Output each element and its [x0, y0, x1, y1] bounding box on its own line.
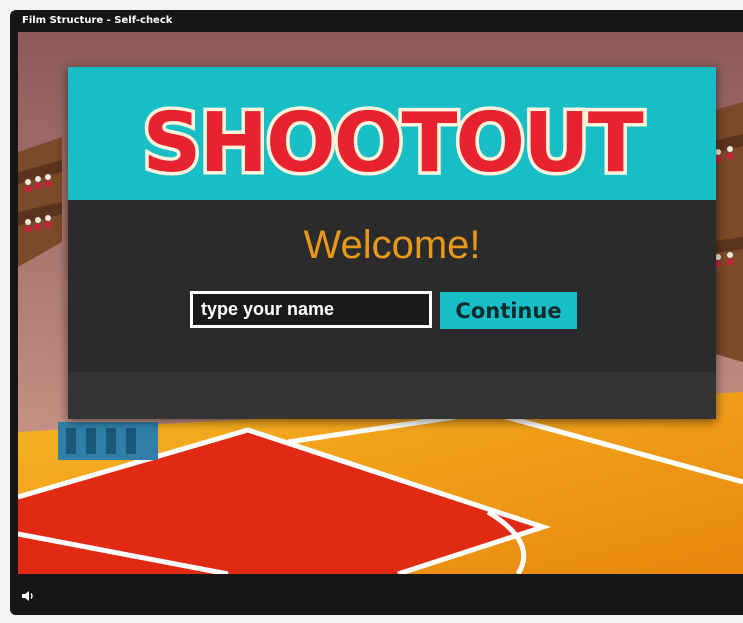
shootout-logo: SHOOTOUT	[139, 93, 649, 195]
speaker-icon[interactable]	[21, 589, 35, 603]
title-banner: SHOOTOUT	[68, 67, 716, 200]
app-window: Film Structure - Self-check SHOOTOUT Wel…	[10, 10, 743, 615]
dialog-footer	[68, 372, 716, 419]
welcome-heading: Welcome!	[303, 223, 481, 267]
game-stage: SHOOTOUT Welcome! Continue	[18, 32, 743, 574]
name-input[interactable]	[190, 291, 432, 328]
continue-button[interactable]: Continue	[440, 292, 577, 329]
window-title: Film Structure - Self-check	[22, 15, 173, 26]
welcome-dialog: SHOOTOUT Welcome! Continue	[68, 67, 716, 419]
logo-text: SHOOTOUT	[142, 96, 643, 191]
player-control-bar	[10, 574, 743, 615]
